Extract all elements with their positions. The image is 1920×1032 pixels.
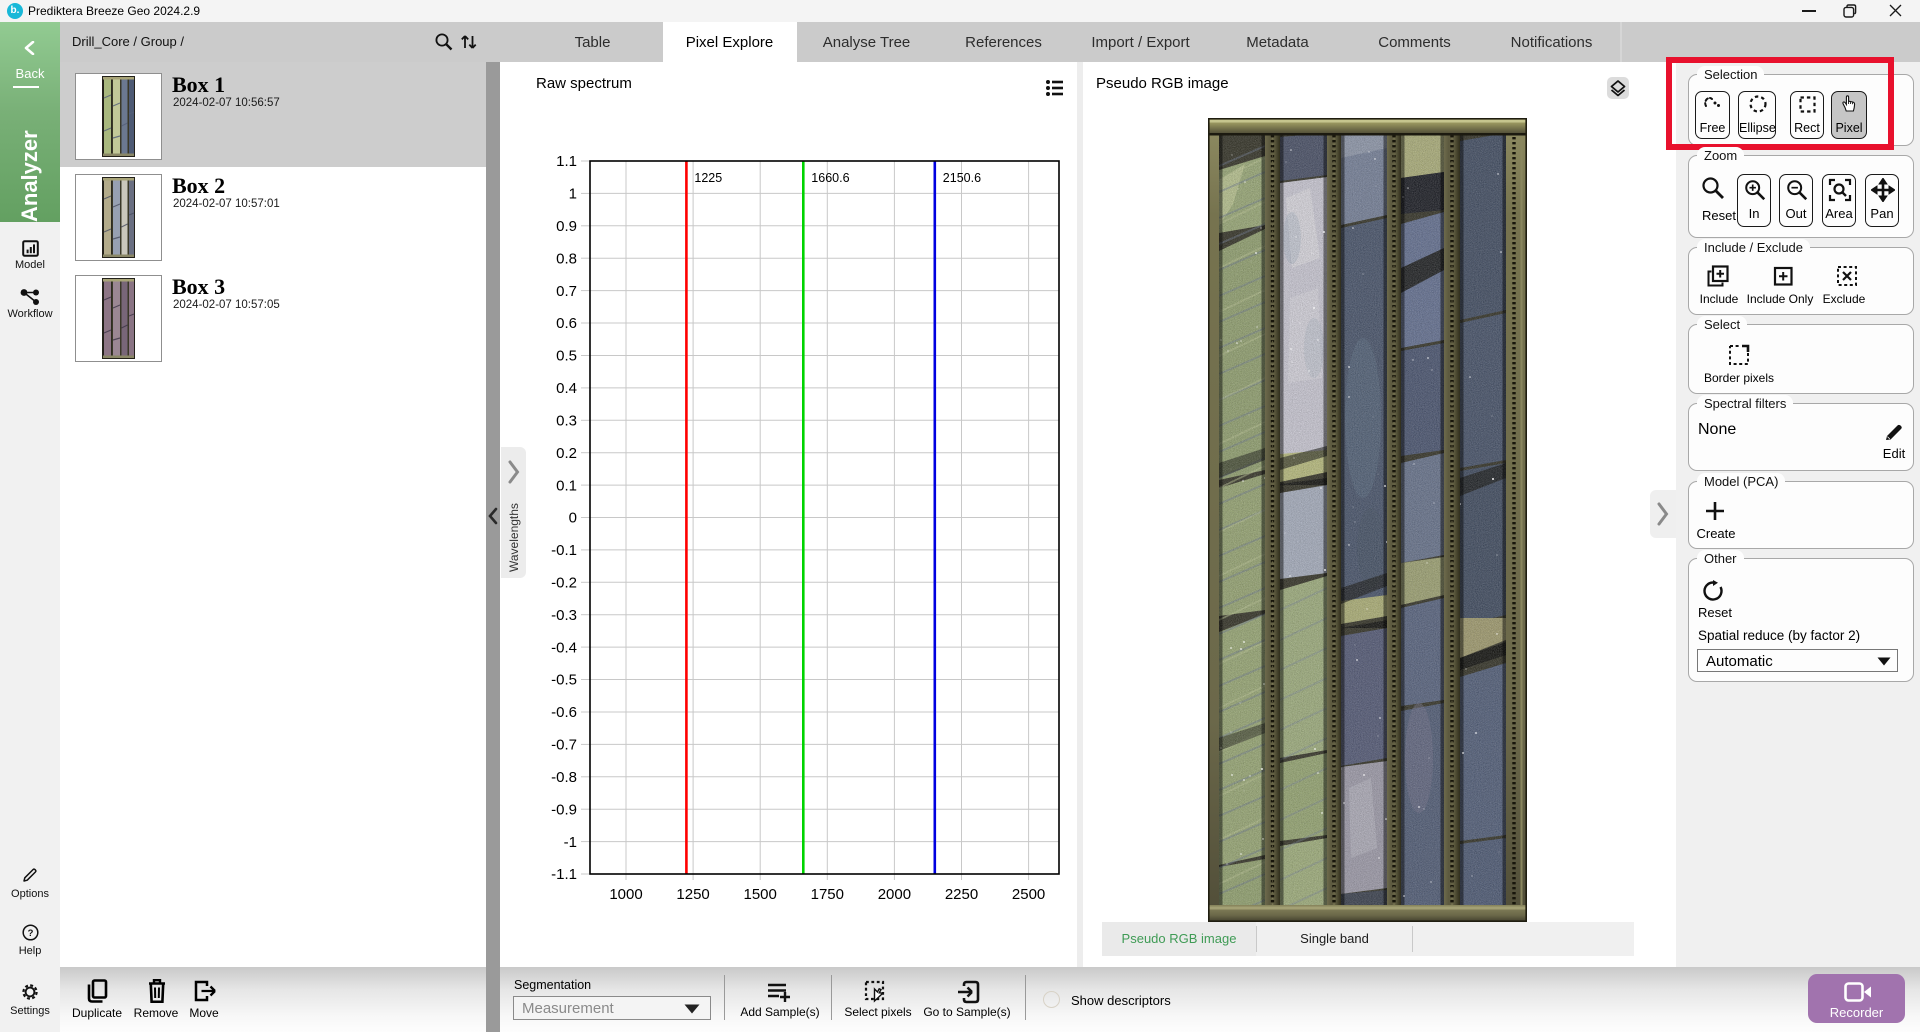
- svg-text:-0.3: -0.3: [551, 607, 577, 624]
- svg-text:-0.9: -0.9: [551, 801, 577, 818]
- svg-text:-0.1: -0.1: [551, 542, 577, 559]
- svg-text:-0.8: -0.8: [551, 769, 577, 786]
- svg-text:2000: 2000: [878, 886, 911, 903]
- svg-text:-0.6: -0.6: [551, 704, 577, 721]
- svg-text:2500: 2500: [1012, 886, 1045, 903]
- svg-text:-0.2: -0.2: [551, 575, 577, 592]
- svg-text:-0.4: -0.4: [551, 639, 577, 656]
- svg-text:-1: -1: [564, 834, 577, 851]
- svg-text:0.8: 0.8: [556, 250, 577, 267]
- svg-text:1.1: 1.1: [556, 153, 577, 170]
- svg-text:0.7: 0.7: [556, 283, 577, 300]
- svg-text:0.6: 0.6: [556, 315, 577, 332]
- svg-text:1660.6: 1660.6: [811, 171, 849, 185]
- svg-text:0.5: 0.5: [556, 348, 577, 365]
- svg-text:2150.6: 2150.6: [943, 171, 981, 185]
- svg-text:1: 1: [569, 186, 577, 203]
- svg-text:2250: 2250: [945, 886, 978, 903]
- svg-text:-0.7: -0.7: [551, 737, 577, 754]
- svg-text:1225: 1225: [694, 171, 722, 185]
- svg-text:1500: 1500: [744, 886, 777, 903]
- svg-text:-1.1: -1.1: [551, 866, 577, 883]
- svg-text:0.4: 0.4: [556, 380, 577, 397]
- svg-text:1750: 1750: [811, 886, 844, 903]
- svg-text:0: 0: [569, 510, 577, 527]
- svg-text:?: ?: [28, 928, 34, 939]
- svg-text:0.9: 0.9: [556, 218, 577, 235]
- svg-text:0.3: 0.3: [556, 413, 577, 430]
- svg-text:1000: 1000: [609, 886, 642, 903]
- svg-text:0.2: 0.2: [556, 445, 577, 462]
- svg-text:-0.5: -0.5: [551, 672, 577, 689]
- svg-text:0.1: 0.1: [556, 477, 577, 494]
- svg-text:1250: 1250: [676, 886, 709, 903]
